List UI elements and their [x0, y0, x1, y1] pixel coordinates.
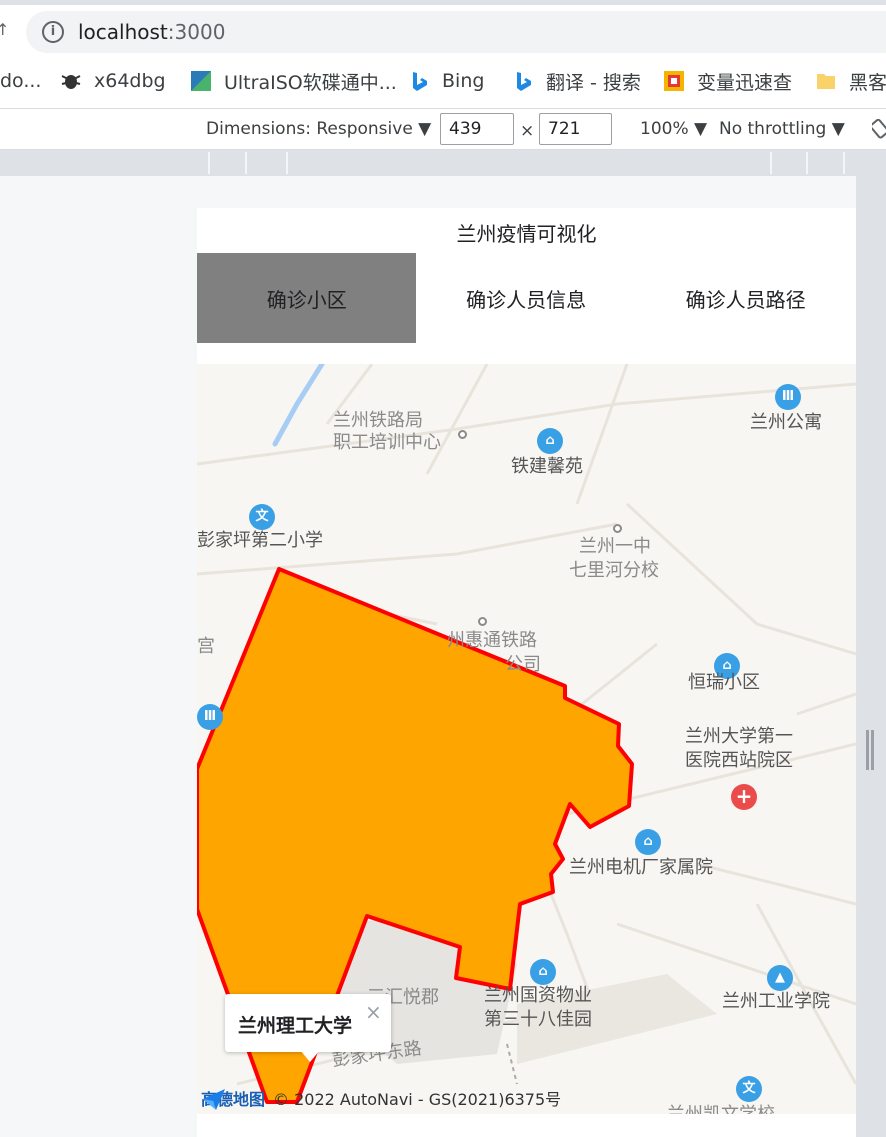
tab-strip [0, 0, 886, 5]
tab-confirmed-person-path[interactable]: 确诊人员路径 [636, 253, 855, 343]
bookmark-x64dbg[interactable]: x64dbg [60, 68, 166, 94]
bookmark-hacker[interactable]: 黑客 [815, 68, 886, 94]
map-poi[interactable]: 职工培训中心 [333, 432, 441, 454]
url-text[interactable]: localhost:3000 [78, 20, 225, 44]
app-icon [664, 71, 684, 91]
close-icon[interactable]: × [365, 1000, 382, 1024]
map-poi[interactable]: 公司 [505, 654, 541, 676]
map-poi[interactable]: 医院西站院区 [685, 750, 793, 772]
media-query-ruler[interactable] [0, 150, 886, 176]
app-frame: 兰州疫情可视化 确诊小区 确诊人员信息 确诊人员路径 宫 兰州铁路局 职工培训中… [197, 208, 856, 1137]
height-input[interactable]: 721 [539, 113, 612, 145]
dimensions-dropdown[interactable]: Dimensions: Responsive ▼ [206, 119, 431, 139]
map-poi[interactable]: 兰州国资物业 [484, 985, 592, 1007]
bing-icon [413, 72, 427, 91]
hospital-icon[interactable]: + [731, 784, 757, 810]
residential-icon[interactable]: ⌂ [530, 959, 556, 985]
tab-bar: 确诊小区 确诊人员信息 确诊人员路径 [197, 253, 856, 343]
folder-icon [817, 74, 835, 89]
building-icon[interactable]: Ⅲ [775, 384, 801, 410]
map-poi[interactable]: 兰州凯文学校 [667, 1104, 775, 1114]
browser-chrome: ↑ i localhost:3000 do... x64dbg UltraISO… [0, 0, 886, 108]
poi-dot-icon [613, 524, 622, 533]
info-icon[interactable]: i [42, 21, 64, 43]
map-poi[interactable]: 恒瑞小区 [688, 672, 760, 694]
map-poi[interactable]: 宫 [197, 636, 215, 658]
zoom-dropdown[interactable]: 100% ▼ [640, 119, 707, 139]
bookmark-bing[interactable]: Bing [408, 68, 484, 94]
ultraiso-icon [191, 71, 211, 91]
bookmark-do[interactable]: do... [0, 68, 41, 94]
info-window-tail [300, 1050, 320, 1062]
bookmark-ultraiso[interactable]: UltraISO软碟通中... [190, 68, 397, 94]
copyright-text: © 2022 AutoNavi - GS(2021)6375号 [273, 1090, 562, 1109]
device-toolbar: Dimensions: Responsive ▼ 439 × 721 100% … [0, 108, 886, 150]
bookmark-variable[interactable]: 变量迅速查 [663, 68, 792, 94]
bug-icon [61, 75, 81, 89]
tab-confirmed-community[interactable]: 确诊小区 [197, 253, 417, 343]
map-view[interactable]: 宫 兰州铁路局 职工培训中心 ⌂ 铁建馨苑 Ⅲ 兰州公寓 文 彭家坪第二小学 兰… [197, 364, 856, 1114]
residential-icon[interactable]: ⌂ [635, 829, 661, 855]
building-icon[interactable]: Ⅲ [197, 704, 223, 730]
map-poi[interactable]: 兰州大学第一 [685, 726, 793, 748]
bing-icon [517, 72, 531, 91]
map-attribution: 高德地图 © 2022 AutoNavi - GS(2021)6375号 [201, 1086, 561, 1110]
back-arrow-icon[interactable]: ↑ [0, 20, 9, 39]
map-poi[interactable]: 兰州公寓 [750, 412, 822, 434]
map-poi[interactable]: 铁建馨苑 [511, 456, 583, 478]
school-icon[interactable]: 文 [736, 1076, 762, 1102]
tab-confirmed-person-info[interactable]: 确诊人员信息 [416, 253, 635, 343]
amap-logo-icon [203, 1089, 225, 1110]
resize-handle[interactable] [866, 730, 876, 770]
map-poi[interactable]: 彭家坪第二小学 [197, 530, 323, 552]
map-poi[interactable]: 兰州工业学院 [722, 991, 830, 1013]
map-poi[interactable]: 兰州铁路局 [333, 410, 423, 432]
map-poi[interactable]: 州惠通铁路 [447, 630, 537, 652]
map-poi[interactable]: 第三十八佳园 [484, 1009, 592, 1031]
info-window-title: 兰州理工大学 [238, 1015, 353, 1037]
rotate-icon[interactable] [872, 119, 886, 139]
page-title: 兰州疫情可视化 [456, 222, 597, 246]
map-poi[interactable]: 兰州一中 [579, 536, 651, 558]
times-sign: × [520, 121, 535, 141]
bookmark-translate[interactable]: 翻译 - 搜索 [512, 68, 641, 94]
map-poi[interactable]: 七里河分校 [569, 560, 659, 582]
poi-dot-icon [458, 430, 467, 439]
info-window: 兰州理工大学 × [225, 994, 391, 1062]
throttling-dropdown[interactable]: No throttling ▼ [719, 119, 845, 139]
width-input[interactable]: 439 [440, 113, 514, 145]
residential-icon[interactable]: ⌂ [537, 428, 563, 454]
poi-dot-icon [478, 617, 487, 626]
bookmarks-bar: do... x64dbg UltraISO软碟通中... Bing 翻译 - 搜… [0, 60, 886, 102]
address-bar[interactable]: i localhost:3000 [26, 11, 886, 53]
resize-gutter [856, 176, 886, 1137]
map-poi[interactable]: 兰州电机厂家属院 [569, 857, 713, 879]
college-icon[interactable]: ▲ [767, 965, 793, 991]
school-icon[interactable]: 文 [249, 504, 275, 530]
